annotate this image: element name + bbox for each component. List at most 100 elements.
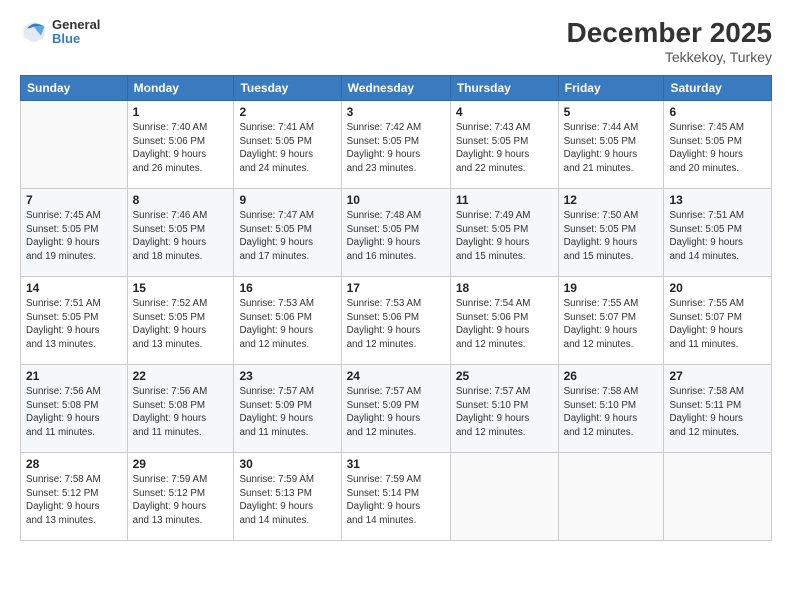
subtitle: Tekkekoy, Turkey <box>567 49 772 65</box>
day-info: Sunrise: 7:43 AM Sunset: 5:05 PM Dayligh… <box>456 121 553 176</box>
day-info: Sunrise: 7:45 AM Sunset: 5:05 PM Dayligh… <box>26 209 122 264</box>
day-number: 12 <box>564 193 659 207</box>
day-info: Sunrise: 7:53 AM Sunset: 5:06 PM Dayligh… <box>347 297 445 352</box>
calendar-day-cell: 31Sunrise: 7:59 AM Sunset: 5:14 PM Dayli… <box>341 452 450 540</box>
calendar-day-cell: 20Sunrise: 7:55 AM Sunset: 5:07 PM Dayli… <box>664 276 772 364</box>
calendar-week-row: 7 Sunrise: 7:45 AM Sunset: 5:05 PM Daylig… <box>21 188 772 276</box>
weekday-header: Wednesday <box>341 75 450 100</box>
day-number: 18 <box>456 281 553 295</box>
header: General Blue December 2025 Tekkekoy, Tur… <box>20 18 772 65</box>
day-info: Sunrise: 7:40 AM Sunset: 5:06 PM Dayligh… <box>133 121 229 176</box>
calendar-day-cell <box>21 100 128 188</box>
weekday-row: SundayMondayTuesdayWednesdayThursdayFrid… <box>21 75 772 100</box>
calendar-day-cell: 19 Sunrise: 7:55 AM Sunset: 5:07 PM Dayli… <box>558 276 664 364</box>
calendar-day-cell: 17 Sunrise: 7:53 AM Sunset: 5:06 PM Dayli… <box>341 276 450 364</box>
calendar-week-row: 21Sunrise: 7:56 AM Sunset: 5:08 PM Dayli… <box>21 364 772 452</box>
calendar-day-cell: 26 Sunrise: 7:58 AM Sunset: 5:10 PM Dayli… <box>558 364 664 452</box>
day-number: 23 <box>239 369 335 383</box>
calendar-day-cell: 5 Sunrise: 7:44 AM Sunset: 5:05 PM Daylig… <box>558 100 664 188</box>
calendar-day-cell: 22 Sunrise: 7:56 AM Sunset: 5:08 PM Dayli… <box>127 364 234 452</box>
calendar-day-cell <box>558 452 664 540</box>
calendar-day-cell: 27 Sunrise: 7:58 AM Sunset: 5:11 PM Dayli… <box>664 364 772 452</box>
calendar-day-cell: 2 Sunrise: 7:41 AM Sunset: 5:05 PM Daylig… <box>234 100 341 188</box>
logo: General Blue <box>20 18 100 47</box>
day-number: 2 <box>239 105 335 119</box>
day-info: Sunrise: 7:53 AM Sunset: 5:06 PM Dayligh… <box>239 297 335 352</box>
day-info: Sunrise: 7:41 AM Sunset: 5:05 PM Dayligh… <box>239 121 335 176</box>
weekday-header: Friday <box>558 75 664 100</box>
calendar-day-cell: 14 Sunrise: 7:51 AM Sunset: 5:05 PM Dayli… <box>21 276 128 364</box>
calendar-day-cell: 6 Sunrise: 7:45 AM Sunset: 5:05 PM Daylig… <box>664 100 772 188</box>
day-info: Sunrise: 7:57 AM Sunset: 5:09 PM Dayligh… <box>347 385 445 440</box>
day-info: Sunrise: 7:54 AM Sunset: 5:06 PM Dayligh… <box>456 297 553 352</box>
day-info: Sunrise: 7:58 AM Sunset: 5:11 PM Dayligh… <box>669 385 766 440</box>
day-number: 6 <box>669 105 766 119</box>
logo-text: General Blue <box>52 18 100 47</box>
day-number: 31 <box>347 457 445 471</box>
day-number: 29 <box>133 457 229 471</box>
calendar-header: SundayMondayTuesdayWednesdayThursdayFrid… <box>21 75 772 100</box>
calendar-day-cell: 18 Sunrise: 7:54 AM Sunset: 5:06 PM Dayli… <box>450 276 558 364</box>
day-number: 11 <box>456 193 553 207</box>
day-info: Sunrise: 7:46 AM Sunset: 5:05 PM Dayligh… <box>133 209 229 264</box>
day-info: Sunrise: 7:59 AM Sunset: 5:12 PM Dayligh… <box>133 473 229 528</box>
day-number: 8 <box>133 193 229 207</box>
day-info: Sunrise: 7:47 AM Sunset: 5:05 PM Dayligh… <box>239 209 335 264</box>
day-number: 9 <box>239 193 335 207</box>
day-number: 19 <box>564 281 659 295</box>
day-info: Sunrise: 7:50 AM Sunset: 5:05 PM Dayligh… <box>564 209 659 264</box>
calendar-day-cell: 3 Sunrise: 7:42 AM Sunset: 5:05 PM Daylig… <box>341 100 450 188</box>
calendar-day-cell: 23Sunrise: 7:57 AM Sunset: 5:09 PM Dayli… <box>234 364 341 452</box>
day-number: 28 <box>26 457 122 471</box>
calendar-day-cell: 9 Sunrise: 7:47 AM Sunset: 5:05 PM Daylig… <box>234 188 341 276</box>
day-number: 5 <box>564 105 659 119</box>
day-number: 17 <box>347 281 445 295</box>
calendar-week-row: 1Sunrise: 7:40 AM Sunset: 5:06 PM Daylig… <box>21 100 772 188</box>
day-number: 14 <box>26 281 122 295</box>
calendar-table: SundayMondayTuesdayWednesdayThursdayFrid… <box>20 75 772 541</box>
day-number: 4 <box>456 105 553 119</box>
day-info: Sunrise: 7:56 AM Sunset: 5:08 PM Dayligh… <box>133 385 229 440</box>
day-number: 24 <box>347 369 445 383</box>
day-number: 7 <box>26 193 122 207</box>
day-info: Sunrise: 7:56 AM Sunset: 5:08 PM Dayligh… <box>26 385 122 440</box>
calendar-day-cell: 21Sunrise: 7:56 AM Sunset: 5:08 PM Dayli… <box>21 364 128 452</box>
calendar-day-cell: 15 Sunrise: 7:52 AM Sunset: 5:05 PM Dayli… <box>127 276 234 364</box>
logo-line2: Blue <box>52 32 100 46</box>
calendar-week-row: 14 Sunrise: 7:51 AM Sunset: 5:05 PM Dayli… <box>21 276 772 364</box>
day-info: Sunrise: 7:44 AM Sunset: 5:05 PM Dayligh… <box>564 121 659 176</box>
day-info: Sunrise: 7:55 AM Sunset: 5:07 PM Dayligh… <box>564 297 659 352</box>
calendar-day-cell: 4 Sunrise: 7:43 AM Sunset: 5:05 PM Daylig… <box>450 100 558 188</box>
month-title: December 2025 <box>567 18 772 49</box>
day-number: 22 <box>133 369 229 383</box>
day-info: Sunrise: 7:52 AM Sunset: 5:05 PM Dayligh… <box>133 297 229 352</box>
calendar-day-cell: 11Sunrise: 7:49 AM Sunset: 5:05 PM Dayli… <box>450 188 558 276</box>
calendar-day-cell: 28 Sunrise: 7:58 AM Sunset: 5:12 PM Dayli… <box>21 452 128 540</box>
logo-line1: General <box>52 18 100 32</box>
day-info: Sunrise: 7:42 AM Sunset: 5:05 PM Dayligh… <box>347 121 445 176</box>
day-info: Sunrise: 7:58 AM Sunset: 5:12 PM Dayligh… <box>26 473 122 528</box>
weekday-header: Monday <box>127 75 234 100</box>
calendar-day-cell: 29 Sunrise: 7:59 AM Sunset: 5:12 PM Dayli… <box>127 452 234 540</box>
day-info: Sunrise: 7:48 AM Sunset: 5:05 PM Dayligh… <box>347 209 445 264</box>
calendar-day-cell: 10 Sunrise: 7:48 AM Sunset: 5:05 PM Dayli… <box>341 188 450 276</box>
day-number: 20 <box>669 281 766 295</box>
day-number: 27 <box>669 369 766 383</box>
calendar-week-row: 28 Sunrise: 7:58 AM Sunset: 5:12 PM Dayli… <box>21 452 772 540</box>
day-number: 10 <box>347 193 445 207</box>
calendar-day-cell: 8 Sunrise: 7:46 AM Sunset: 5:05 PM Daylig… <box>127 188 234 276</box>
calendar-day-cell <box>664 452 772 540</box>
day-info: Sunrise: 7:51 AM Sunset: 5:05 PM Dayligh… <box>26 297 122 352</box>
day-number: 26 <box>564 369 659 383</box>
weekday-header: Saturday <box>664 75 772 100</box>
day-number: 30 <box>239 457 335 471</box>
day-number: 3 <box>347 105 445 119</box>
day-info: Sunrise: 7:45 AM Sunset: 5:05 PM Dayligh… <box>669 121 766 176</box>
day-number: 15 <box>133 281 229 295</box>
weekday-header: Sunday <box>21 75 128 100</box>
day-number: 13 <box>669 193 766 207</box>
calendar-day-cell: 1Sunrise: 7:40 AM Sunset: 5:06 PM Daylig… <box>127 100 234 188</box>
calendar-day-cell: 30Sunrise: 7:59 AM Sunset: 5:13 PM Dayli… <box>234 452 341 540</box>
day-info: Sunrise: 7:58 AM Sunset: 5:10 PM Dayligh… <box>564 385 659 440</box>
page: General Blue December 2025 Tekkekoy, Tur… <box>0 0 792 612</box>
